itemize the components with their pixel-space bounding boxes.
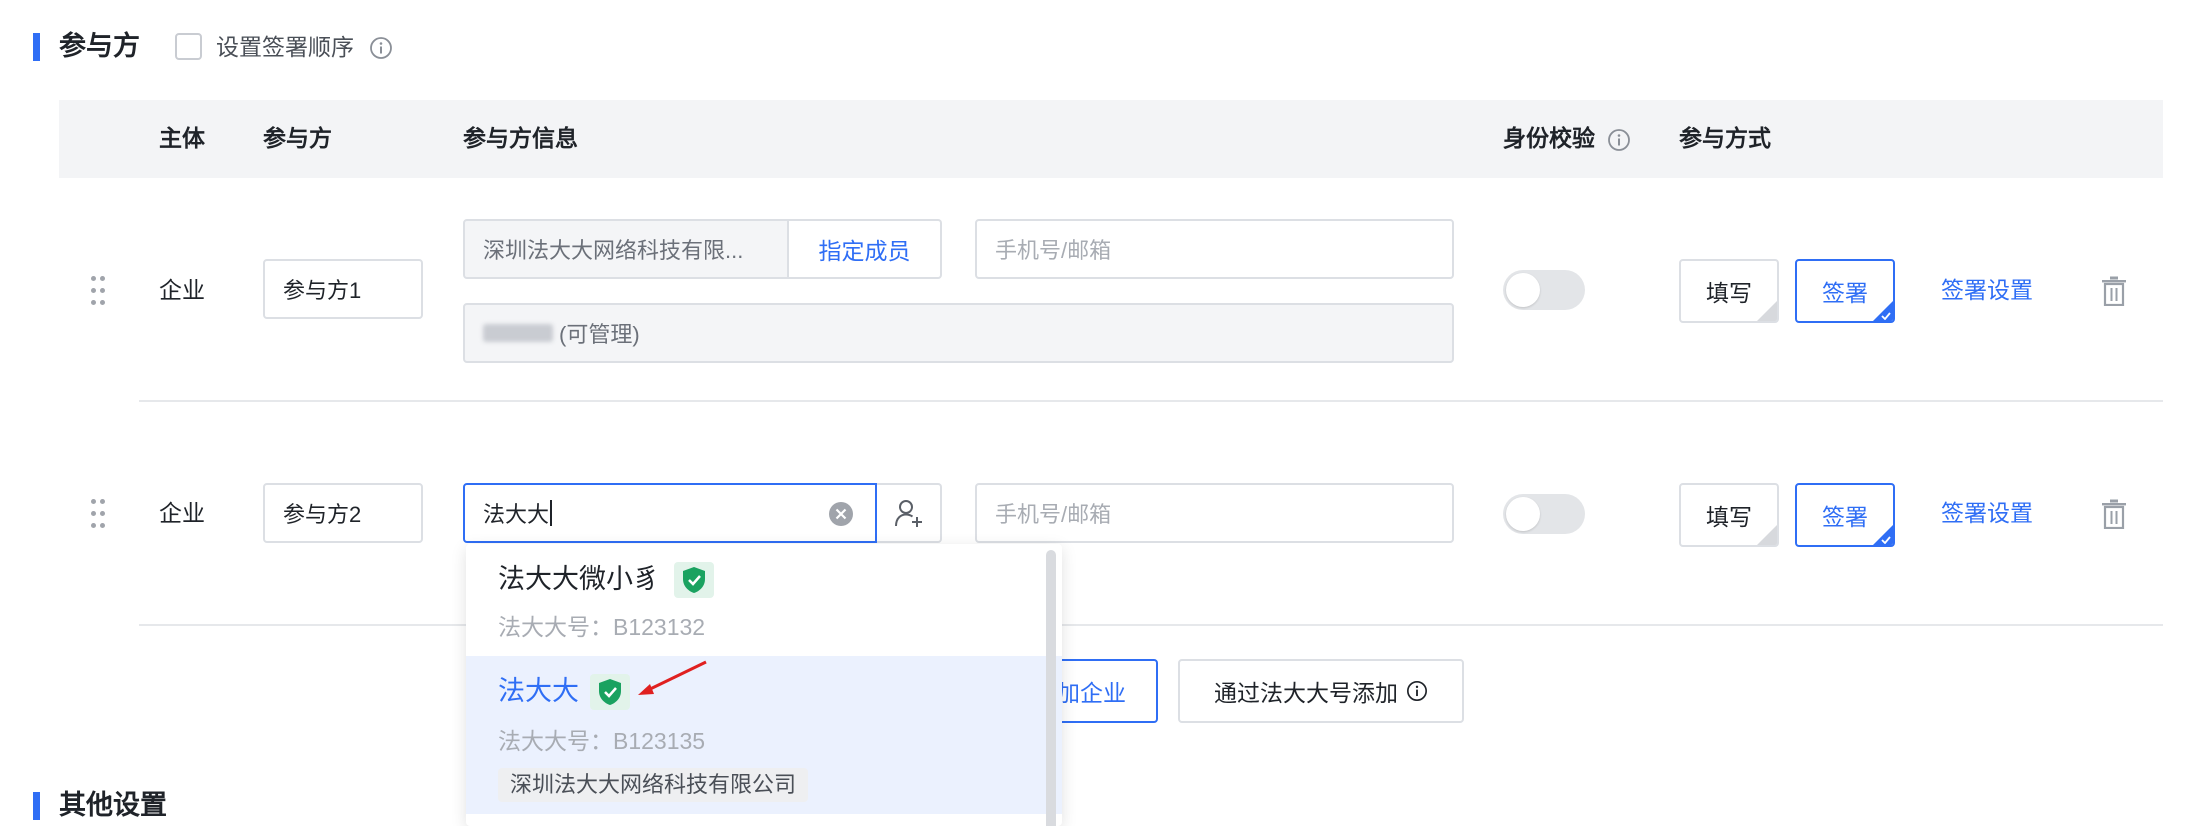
redacted-name	[483, 324, 553, 342]
row2-sign-settings-link[interactable]: 签署设置	[1941, 502, 2033, 525]
option-company-name: 法大大	[498, 676, 579, 706]
identity-info-icon[interactable]	[1607, 128, 1631, 152]
add-by-fadada-id-button[interactable]: 通过法大大号添加	[1178, 659, 1464, 723]
section-title-participants: 参与方	[59, 31, 140, 61]
check-icon	[1881, 312, 1891, 320]
verified-shield-icon	[674, 562, 714, 598]
row2-contact-input[interactable]: 手机号/邮箱	[975, 483, 1454, 543]
company-search-input[interactable]: 法大大	[463, 483, 877, 543]
verified-shield-icon	[590, 674, 630, 710]
row1-fill-button[interactable]: 填写	[1679, 259, 1779, 323]
red-arrow-annotation	[638, 660, 707, 695]
row1-subject: 企业	[159, 277, 205, 303]
row2-fill-button[interactable]: 填写	[1679, 483, 1779, 547]
table-header	[59, 100, 2163, 178]
text-cursor	[550, 500, 553, 526]
company-search-dropdown: 法大大微小豸 法大大号：B123132 法大大 法大大号：B123135 深圳法…	[466, 544, 1062, 826]
header-party: 参与方	[263, 125, 332, 151]
option-company-tag: 深圳法大大网络科技有限公司	[498, 768, 809, 802]
row1-contact-input[interactable]: 手机号/邮箱	[975, 219, 1454, 279]
add-contact-button[interactable]	[877, 483, 942, 543]
section-accent-bar	[33, 792, 40, 820]
signing-order-checkbox[interactable]	[175, 33, 202, 60]
header-subject: 主体	[159, 125, 205, 151]
option-company-name: 法大大微小豸	[498, 564, 660, 594]
info-icon[interactable]	[369, 36, 393, 60]
dropdown-option-selected[interactable]: 法大大 法大大号：B123135 深圳法大大网络科技有限公司	[466, 656, 1062, 814]
option-account-id: 法大大号：B123135	[498, 728, 706, 754]
section-accent-bar	[33, 33, 40, 61]
row1-party-name-input[interactable]: 参与方1	[263, 259, 423, 319]
row-divider	[139, 400, 2163, 402]
header-participation-mode: 参与方式	[1679, 125, 1771, 151]
signing-order-label: 设置签署顺序	[216, 34, 354, 60]
user-add-icon	[894, 500, 922, 527]
section-title-other-settings: 其他设置	[59, 790, 167, 820]
clear-icon[interactable]	[828, 501, 854, 527]
row2-subject: 企业	[159, 500, 205, 526]
row1-delete-icon[interactable]	[2101, 276, 2127, 306]
corner-marker	[1757, 525, 1777, 545]
row-divider	[139, 624, 2163, 626]
row1-identity-toggle[interactable]	[1503, 270, 1585, 310]
row2-identity-toggle[interactable]	[1503, 494, 1585, 534]
row2-party-name-input[interactable]: 参与方2	[263, 483, 423, 543]
row1-member-field[interactable]: (可管理)	[463, 303, 1454, 363]
drag-handle-icon[interactable]	[91, 499, 105, 531]
header-identity-check: 身份校验	[1503, 125, 1595, 151]
row2-delete-icon[interactable]	[2101, 499, 2127, 529]
row1-sign-button[interactable]: 签署	[1795, 259, 1895, 323]
drag-handle-icon[interactable]	[91, 276, 105, 308]
check-icon	[1881, 536, 1891, 544]
dropdown-option[interactable]: 法大大微小豸 法大大号：B123132	[466, 544, 1062, 656]
row1-sign-settings-link[interactable]: 签署设置	[1941, 279, 2033, 302]
corner-marker	[1757, 301, 1777, 321]
assign-member-button[interactable]: 指定成员	[789, 219, 942, 279]
option-account-id: 法大大号：B123132	[498, 614, 706, 640]
info-icon	[1407, 681, 1427, 701]
row1-company-field[interactable]: 深圳法大大网络科技有限...	[463, 219, 789, 279]
dropdown-scrollbar[interactable]	[1046, 550, 1056, 826]
header-party-info: 参与方信息	[463, 125, 578, 151]
row2-sign-button[interactable]: 签署	[1795, 483, 1895, 547]
